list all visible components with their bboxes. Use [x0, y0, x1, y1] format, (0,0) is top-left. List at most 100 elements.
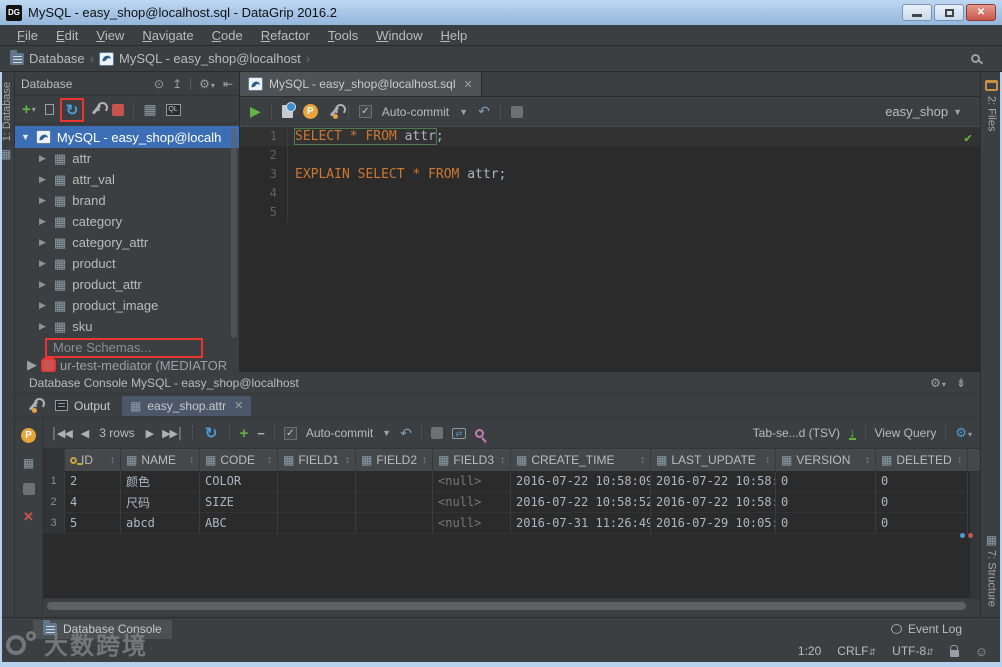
tree-root-connection[interactable]: ▼ MySQL - easy_shop@localh	[15, 126, 239, 148]
gear-icon[interactable]: ⚙▾	[199, 77, 215, 91]
console-history-icon[interactable]	[282, 105, 293, 118]
tab-output[interactable]: Output	[47, 396, 118, 416]
expand-arrow-icon[interactable]: ▶	[27, 358, 37, 372]
grid-cell[interactable]: 2016-07-22 10:58:09	[651, 471, 776, 492]
commit-icon[interactable]: ⇄	[452, 428, 466, 439]
rollback-icon[interactable]: ↶	[478, 103, 490, 120]
expand-arrow-icon[interactable]: ▶	[39, 216, 48, 227]
grid-cell[interactable]: 尺码	[121, 492, 200, 513]
expand-arrow-icon[interactable]: ▶	[39, 237, 48, 248]
table-row[interactable]: 12颜色COLOR<null>2016-07-22 10:58:092016-0…	[43, 471, 980, 492]
close-result-icon[interactable]: ✕	[23, 509, 34, 525]
grid-settings-gear-icon[interactable]: ⚙▾	[955, 425, 972, 441]
breadcrumb-connection[interactable]: MySQL - easy_shop@localhost	[99, 51, 301, 66]
grid-cell[interactable]: 2016-07-22 10:58:52	[511, 492, 651, 513]
breadcrumb-database[interactable]: Database	[10, 51, 85, 66]
editor-tab[interactable]: MySQL - easy_shop@localhost.sql ✕	[240, 72, 482, 96]
reload-page-icon[interactable]: ↻	[202, 424, 221, 442]
structure-toolwindow-tab[interactable]: 7: Structure	[986, 550, 998, 607]
column-header-last_update[interactable]: ▦LAST_UPDATE↕	[651, 449, 776, 471]
layout-icon[interactable]: ▦	[23, 457, 34, 469]
export-format-label[interactable]: Tab-se...d (TSV)	[753, 426, 840, 440]
locate-icon[interactable]: ⊙	[154, 77, 164, 91]
encoding-selector[interactable]: UTF-8⇵	[892, 644, 934, 658]
sort-icon[interactable]: ↕	[765, 455, 770, 466]
menu-refactor[interactable]: Refactor	[252, 26, 319, 45]
previous-page-icon[interactable]: ◀	[81, 427, 88, 440]
column-header-field1[interactable]: ▦FIELD1↕	[278, 449, 356, 471]
title-bar[interactable]: DG MySQL - easy_shop@localhost.sql - Dat…	[0, 0, 1002, 25]
stop-icon[interactable]	[112, 104, 124, 116]
tree-scrollbar[interactable]	[231, 128, 237, 338]
column-header-name[interactable]: ▦NAME↕	[121, 449, 200, 471]
lock-icon[interactable]	[950, 650, 959, 657]
grid-cell[interactable]: 2016-07-22 10:58:52	[651, 492, 776, 513]
tree-item-clipped[interactable]: ▶ ur-test-mediator (MEDIATOR	[15, 358, 239, 372]
sort-icon[interactable]: ↕	[957, 455, 962, 466]
console-settings-wrench-icon[interactable]	[27, 399, 37, 413]
grid-cell[interactable]: abcd	[121, 513, 200, 534]
sort-icon[interactable]: ↕	[500, 455, 505, 466]
menu-window[interactable]: Window	[367, 26, 431, 45]
code-line-3[interactable]: 3EXPLAIN SELECT * FROM attr;	[240, 165, 980, 184]
grid-cell[interactable]	[356, 492, 433, 513]
table-view-icon[interactable]: ▦	[143, 101, 156, 118]
code-editor[interactable]: 1SELECT * FROM attr;23EXPLAIN SELECT * F…	[240, 127, 980, 372]
maximize-button[interactable]	[934, 4, 964, 21]
autocommit-checkbox[interactable]: ✓	[359, 105, 372, 118]
grid-cell[interactable]: 0	[776, 513, 876, 534]
toolwindow-icon[interactable]: ▦	[0, 147, 14, 161]
next-page-icon[interactable]: ▶	[146, 427, 153, 440]
open-console-icon[interactable]: QL	[166, 104, 181, 116]
grid-cell[interactable]: 0	[876, 471, 968, 492]
gear-icon[interactable]: ⚙▾	[930, 376, 946, 390]
expand-arrow-icon[interactable]: ▶	[39, 258, 48, 269]
menu-tools[interactable]: Tools	[319, 26, 367, 45]
close-tab-icon[interactable]: ✕	[464, 78, 473, 91]
download-icon[interactable]: ↓	[849, 427, 856, 440]
code-line-4[interactable]: 4	[240, 184, 980, 203]
sort-icon[interactable]: ↕	[345, 455, 350, 466]
pin-icon[interactable]	[475, 429, 484, 438]
files-toolwindow-icon[interactable]	[985, 80, 998, 91]
collapse-all-icon[interactable]: ↥	[172, 77, 182, 91]
grid-cell[interactable]: SIZE	[200, 492, 278, 513]
caret-position[interactable]: 1:20	[798, 644, 821, 658]
files-toolwindow-tab[interactable]: 2: Files	[986, 96, 998, 131]
menu-edit[interactable]: Edit	[47, 26, 87, 45]
sort-icon[interactable]: ↕	[110, 455, 115, 466]
grid-scrollbar[interactable]	[970, 471, 980, 598]
sync-refresh-button[interactable]: ↻	[63, 101, 82, 119]
column-header-deleted[interactable]: ▦DELETED↕	[876, 449, 968, 471]
grid-cell[interactable]: 2016-07-31 11:26:49	[511, 513, 651, 534]
structure-toolwindow-icon[interactable]: ▦	[986, 534, 997, 546]
code-line-5[interactable]: 5	[240, 203, 980, 222]
grid-cell[interactable]: 5	[65, 513, 121, 534]
chevron-down-icon[interactable]: ▼	[382, 428, 391, 438]
code-line-1[interactable]: 1SELECT * FROM attr;	[240, 127, 980, 146]
grid-cell[interactable]: 0	[876, 492, 968, 513]
grid-cell[interactable]: <null>	[433, 513, 511, 534]
expand-arrow-icon[interactable]: ▶	[39, 174, 48, 185]
minimize-button[interactable]	[902, 4, 932, 21]
grid-cell[interactable]	[278, 471, 356, 492]
menu-file[interactable]: File	[8, 26, 47, 45]
collapse-arrow-icon[interactable]: ▼	[21, 132, 30, 142]
expand-arrow-icon[interactable]: ▶	[39, 195, 48, 206]
expand-arrow-icon[interactable]: ▶	[39, 153, 48, 164]
menu-help[interactable]: Help	[431, 26, 476, 45]
tree-item-category_attr[interactable]: ▶▦category_attr	[15, 232, 239, 253]
column-header-field2[interactable]: ▦FIELD2↕	[356, 449, 433, 471]
parameters-icon[interactable]: P	[21, 428, 36, 443]
grid-cell[interactable]: 颜色	[121, 471, 200, 492]
tree-item-product_attr[interactable]: ▶▦product_attr	[15, 274, 239, 295]
grid-cell[interactable]: COLOR	[200, 471, 278, 492]
hide-panel-icon[interactable]: ⇤	[223, 77, 233, 91]
inspection-ok-icon[interactable]: ✔	[964, 131, 972, 146]
first-page-icon[interactable]: │◀◀	[51, 427, 72, 440]
event-log-button[interactable]: Event Log	[891, 622, 962, 636]
tree-item-brand[interactable]: ▶▦brand	[15, 190, 239, 211]
sort-icon[interactable]: ↕	[422, 455, 427, 466]
duplicate-icon[interactable]	[45, 104, 54, 115]
sort-icon[interactable]: ↕	[189, 455, 194, 466]
